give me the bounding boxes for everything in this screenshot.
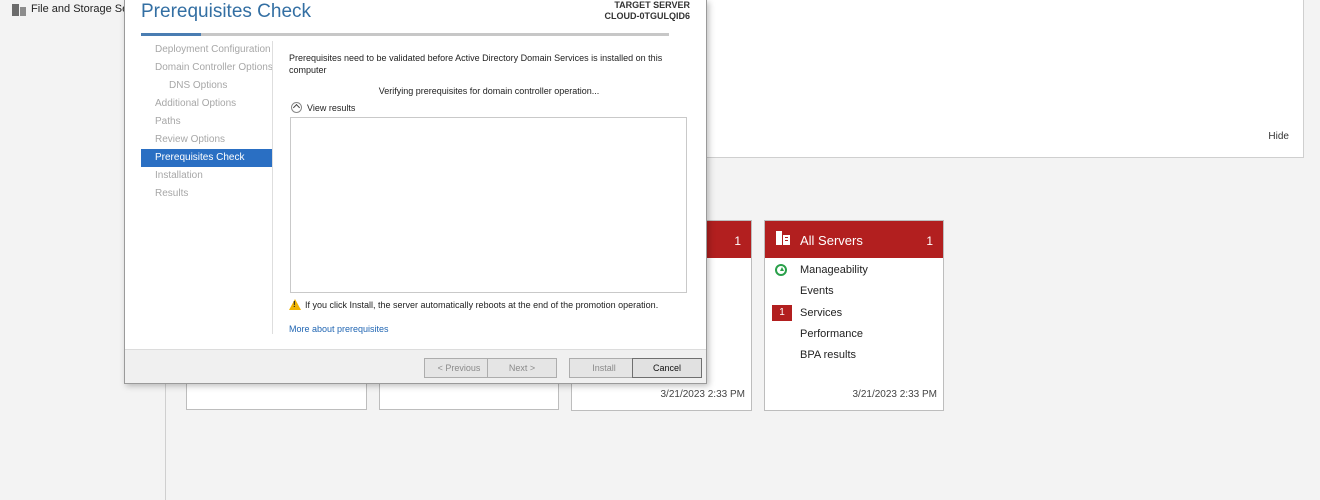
nav-item-deployment-configuration[interactable]: Deployment Configuration — [141, 41, 272, 59]
nav-item-results: Results — [155, 188, 189, 199]
cancel-button[interactable]: Cancel — [632, 358, 702, 378]
up-arrow-icon — [775, 264, 787, 276]
page-title: Prerequisites Check — [141, 1, 312, 22]
servers-icon — [776, 231, 790, 245]
wizard-footer: < Previous Next > Install Cancel — [125, 349, 706, 383]
sidebar-item-label: File and Storage Ser — [31, 3, 132, 15]
nav-item-dns-options[interactable]: DNS Options — [141, 77, 272, 95]
tile-timestamp: 3/21/2023 2:33 PM — [660, 389, 745, 400]
warning-icon — [289, 299, 301, 310]
wizard-content: Prerequisites need to be validated befor… — [289, 52, 689, 334]
tile-row-performance[interactable]: Performance — [800, 328, 863, 340]
tile-count: 1 — [926, 234, 933, 248]
verifying-status: Verifying prerequisites for domain contr… — [378, 86, 600, 96]
tile-count: 1 — [734, 234, 741, 248]
ad-ds-configuration-wizard: Prerequisites Check TARGET SERVER CLOUD-… — [124, 0, 707, 384]
nav-item-review-options[interactable]: Review Options — [141, 131, 272, 149]
previous-button[interactable]: < Previous — [424, 358, 494, 378]
prerequisites-description: Prerequisites need to be validated befor… — [289, 53, 663, 75]
view-results-toggle[interactable]: View results — [291, 102, 355, 113]
file-storage-icon — [12, 4, 26, 16]
tile-row-manageability[interactable]: Manageability — [800, 264, 868, 276]
nav-item-installation: Installation — [155, 170, 203, 181]
tile-header[interactable]: All Servers 1 — [765, 221, 943, 258]
tile-timestamp: 3/21/2023 2:33 PM — [852, 389, 937, 400]
tile-row-events[interactable]: Events — [800, 285, 834, 297]
reboot-warning: If you click Install, the server automat… — [289, 299, 658, 310]
nav-item-domain-controller-options[interactable]: Domain Controller Options — [141, 59, 273, 77]
nav-item-paths[interactable]: Paths — [141, 113, 272, 131]
wizard-nav: Deployment Configuration Domain Controll… — [141, 41, 273, 203]
tile-row-services[interactable]: Services — [800, 307, 842, 319]
more-about-prerequisites-link[interactable]: More about prerequisites — [289, 324, 389, 334]
title-divider — [141, 33, 669, 36]
nav-item-prerequisites-check[interactable]: Prerequisites Check — [141, 149, 272, 167]
next-button[interactable]: Next > — [487, 358, 557, 378]
welcome-panel: Hide — [704, 0, 1304, 158]
results-textbox[interactable] — [290, 117, 687, 293]
warning-text: If you click Install, the server automat… — [305, 299, 659, 310]
install-button[interactable]: Install — [569, 358, 639, 378]
nav-item-additional-options[interactable]: Additional Options — [141, 95, 272, 113]
tile-row-bpa-results[interactable]: BPA results — [800, 349, 856, 361]
nav-divider — [272, 41, 273, 334]
tile-title: All Servers — [800, 233, 863, 248]
hide-link[interactable]: Hide — [1268, 131, 1289, 142]
target-server-name: CLOUD-0TGULQID6 — [604, 11, 691, 21]
all-servers-tile: All Servers 1 Manageability Events 1 Ser… — [764, 220, 944, 411]
chevron-up-icon — [291, 102, 302, 113]
target-server-label: TARGET SERVER — [614, 0, 690, 10]
services-badge: 1 — [772, 305, 792, 321]
view-results-label: View results — [307, 102, 356, 113]
